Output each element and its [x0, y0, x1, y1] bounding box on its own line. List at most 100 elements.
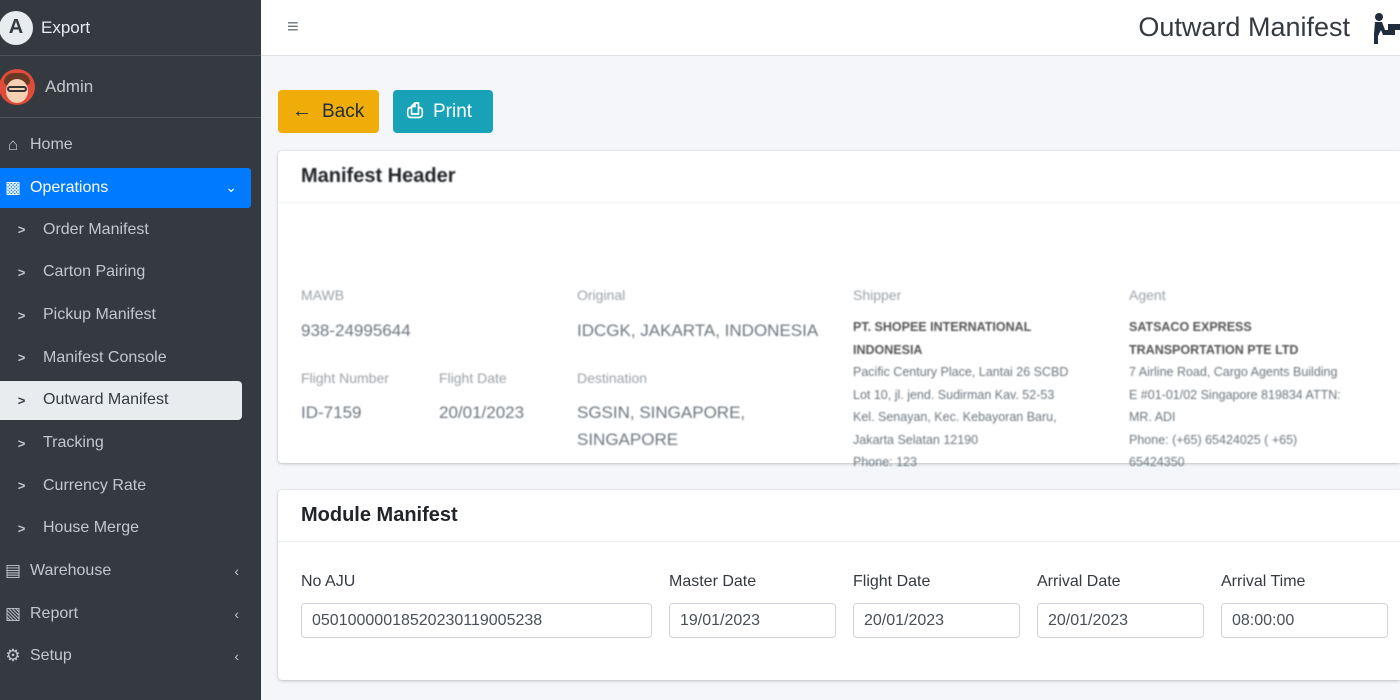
manifest-header-card: Manifest Header MAWB 938-24995644 Flight…: [278, 151, 1400, 469]
flight-date-label: Flight Date: [853, 573, 931, 590]
no-aju-label: No AJU: [301, 573, 356, 590]
chevron-right-icon: >: [17, 478, 26, 494]
sidebar-item-label: Tracking: [43, 434, 104, 452]
agent-address: MR. ADI: [1129, 410, 1176, 424]
sidebar-item-tracking[interactable]: > Tracking: [0, 422, 261, 465]
sidebar-item-label: Operations: [30, 178, 109, 196]
printer-icon: ⎙: [407, 100, 423, 122]
back-button-label: Back: [322, 100, 365, 122]
agent-label: Agent: [1129, 287, 1166, 303]
chevron-right-icon: >: [17, 435, 26, 451]
user-name: Admin: [45, 76, 94, 96]
original-label: Original: [577, 287, 626, 303]
sidebar-item-manifest-console[interactable]: > Manifest Console: [0, 336, 261, 379]
gear-icon: ⚙: [5, 646, 21, 666]
master-date-label: Master Date: [669, 573, 757, 590]
flight-date-label: Flight Date: [439, 370, 507, 386]
print-button[interactable]: ⎙ Print: [393, 90, 493, 133]
sidebar-item-pickup-manifest[interactable]: > Pickup Manifest: [0, 294, 261, 337]
chevron-down-icon: ⌄: [225, 179, 237, 196]
sidebar-item-label: Pickup Manifest: [43, 306, 156, 324]
flight-date-input[interactable]: 20/01/2023: [853, 603, 1020, 638]
flight-date-value: 20/01/2023: [439, 403, 525, 422]
chevron-right-icon: >: [17, 222, 26, 238]
sidebar-item-outward-manifest[interactable]: > Outward Manifest: [0, 380, 242, 420]
agent-name: SATSACO EXPRESS: [1129, 320, 1252, 334]
agent-details: SATSACO EXPRESS TRANSPORTATION PTE LTD 7…: [1129, 316, 1399, 474]
sidebar-item-carton-pairing[interactable]: > Carton Pairing: [0, 251, 261, 294]
agent-name: TRANSPORTATION PTE LTD: [1129, 342, 1299, 357]
destination-label: Destination: [577, 370, 648, 386]
flight-number-value: ID-7159: [301, 403, 362, 422]
chevron-right-icon: >: [17, 307, 26, 323]
chevron-right-icon: >: [17, 264, 26, 280]
sidebar-item-label: Manifest Console: [43, 348, 167, 366]
sidebar: A Export Admin ⌂ Home ▩ Operations ⌄ > O…: [0, 0, 261, 700]
sidebar-item-home[interactable]: ⌂ Home: [0, 124, 261, 167]
menu-toggle-icon[interactable]: ≡: [287, 16, 299, 39]
chart-icon: ▧: [4, 603, 22, 623]
master-date-input[interactable]: 19/01/2023: [669, 603, 836, 638]
chevron-left-icon: ‹: [234, 648, 239, 665]
arrival-date-input[interactable]: 20/01/2023: [1037, 603, 1204, 638]
home-icon: ⌂: [7, 135, 19, 155]
back-button[interactable]: ← Back: [278, 90, 379, 133]
agent-address: E #01-01/02 Singapore 819834 ATTN:: [1129, 387, 1341, 402]
avatar: [0, 68, 35, 105]
arrival-time-label: Arrival Time: [1221, 573, 1306, 590]
warehouse-icon: ▤: [4, 561, 22, 581]
brand[interactable]: A Export: [0, 0, 261, 56]
no-aju-input[interactable]: 050100000185202301190052​38: [301, 603, 652, 638]
chevron-right-icon: >: [17, 520, 26, 536]
brand-text: Export: [41, 17, 91, 37]
shipper-phone: Phone: 123: [853, 455, 917, 469]
sidebar-item-label: Warehouse: [30, 562, 112, 580]
chevron-left-icon: ‹: [234, 605, 239, 622]
sidebar-item-label: Order Manifest: [43, 220, 149, 238]
chevron-left-icon: ‹: [234, 563, 239, 580]
flight-number-label: Flight Number: [301, 370, 389, 386]
sidebar-item-currency-rate[interactable]: > Currency Rate: [0, 465, 261, 508]
mawb-value: 938-24995644: [301, 321, 411, 340]
sidebar-item-label: House Merge: [43, 519, 140, 537]
shipper-address: Pacific Century Place, Lantai 26 SCBD: [853, 365, 1069, 379]
manifest-header-title: Manifest Header: [278, 151, 1400, 203]
sidebar-item-warehouse[interactable]: ▤ Warehouse ‹: [0, 550, 261, 593]
sidebar-item-label: Setup: [30, 647, 72, 665]
agent-phone: Phone: (+65) 65424025 ( +65): [1129, 432, 1298, 447]
chevron-right-icon: >: [17, 350, 26, 366]
brand-logo-icon: A: [0, 10, 33, 45]
page-title: Outward Manifest: [1138, 12, 1350, 42]
sidebar-item-label: Home: [30, 136, 73, 154]
agent-phone: 65424350: [1129, 455, 1185, 469]
agent-address: 7 Airline Road, Cargo Agents Building: [1129, 365, 1338, 379]
user-panel[interactable]: Admin: [0, 56, 261, 118]
shipper-name: INDONESIA: [853, 342, 923, 357]
destination-value-line1: SGSIN, SINGAPORE,: [577, 403, 746, 422]
mawb-label: MAWB: [301, 287, 345, 303]
sidebar-item-label: Currency Rate: [43, 476, 147, 494]
module-manifest-title: Module Manifest: [278, 490, 1400, 542]
sidebar-item-label: Carton Pairing: [43, 263, 146, 281]
shipper-address: Kel. Senayan, Kec. Kebayoran Baru,: [853, 410, 1057, 424]
sidebar-item-order-manifest[interactable]: > Order Manifest: [0, 209, 261, 252]
arrival-time-input[interactable]: 08:00:00: [1221, 603, 1388, 638]
chevron-right-icon: >: [17, 392, 26, 408]
shipper-address: Jakarta Selatan 12190: [853, 432, 979, 447]
sidebar-nav: ⌂ Home ▩ Operations ⌄ > Order Manifest >…: [0, 124, 261, 678]
shipper-label: Shipper: [853, 287, 902, 303]
print-button-label: Print: [433, 100, 473, 122]
sidebar-item-operations[interactable]: ▩ Operations ⌄: [0, 167, 251, 208]
briefcase-icon: ▩: [4, 177, 22, 197]
sidebar-item-report[interactable]: ▧ Report ‹: [0, 592, 261, 635]
person-loading-icon: [1374, 13, 1400, 44]
shipper-details: PT. SHOPEE INTERNATIONAL INDONESIA Pacif…: [853, 316, 1118, 474]
sidebar-item-house-merge[interactable]: > House Merge: [0, 507, 261, 550]
destination-value-line2: SINGAPORE: [577, 430, 679, 449]
sidebar-item-label: Outward Manifest: [43, 391, 169, 409]
sidebar-item-setup[interactable]: ⚙ Setup ‹: [0, 635, 261, 678]
arrival-date-label: Arrival Date: [1037, 573, 1121, 590]
top-navbar: ≡ Outward Manifest: [261, 0, 1400, 56]
sidebar-item-label: Report: [30, 604, 79, 622]
arrow-left-icon: ←: [292, 100, 312, 122]
